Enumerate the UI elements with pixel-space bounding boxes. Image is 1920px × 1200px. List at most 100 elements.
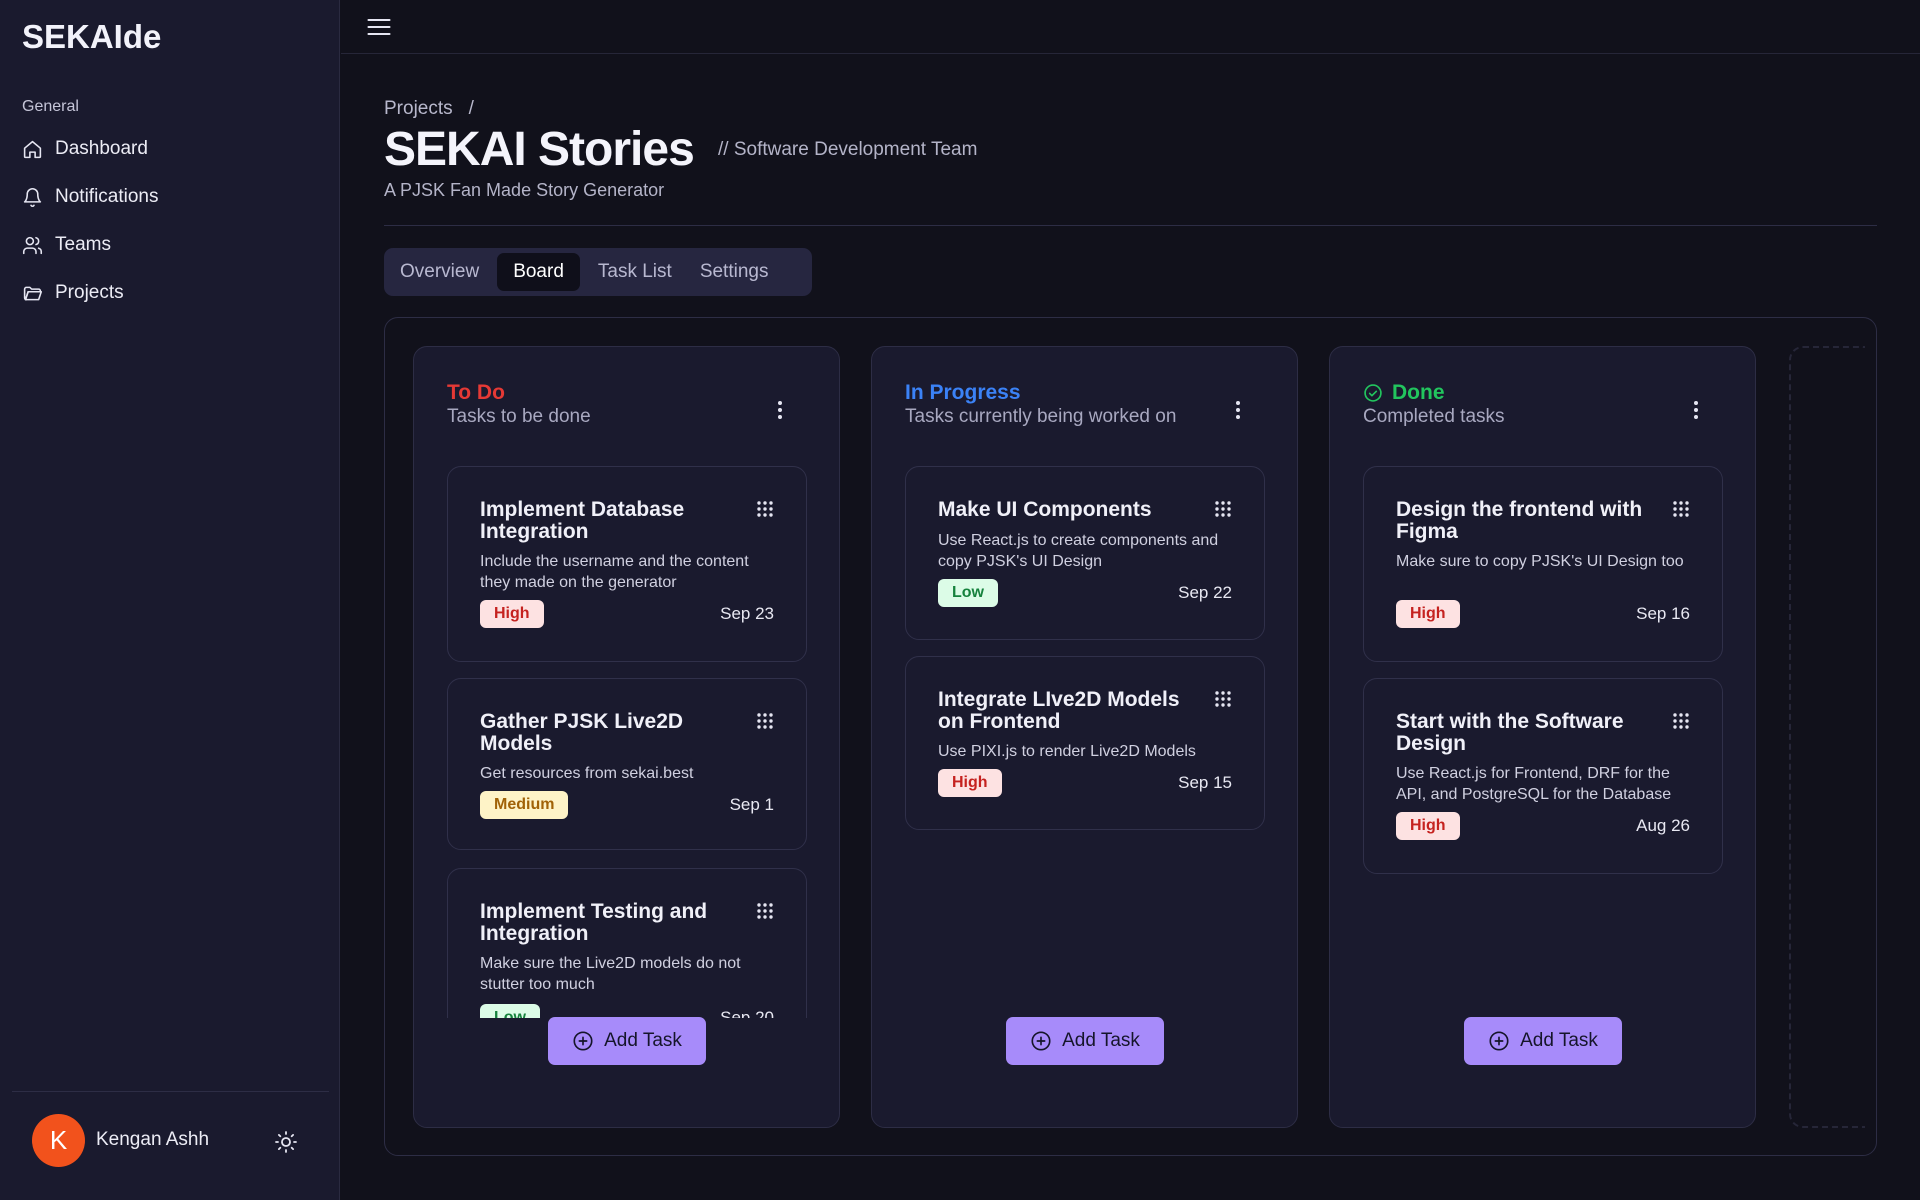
drag-handle-icon[interactable] [1214,500,1232,518]
breadcrumb-separator: / [468,98,474,119]
task-description: Use React.js for Frontend, DRF for the A… [1396,765,1672,803]
task-title: Implement Database Integration [480,498,685,543]
task-card[interactable]: Implement Database Integration Include t… [447,466,807,662]
task-title: Implement Testing and Integration [480,900,708,945]
sidebar-item-label: Teams [55,234,111,255]
user-name[interactable]: Kengan Ashh [96,1129,209,1151]
due-date: Sep 20 [720,1008,774,1018]
nav-group-label: General [22,98,79,115]
drag-handle-icon[interactable] [756,500,774,518]
tab-overview[interactable]: Overview [390,253,489,291]
task-card[interactable]: Make UI Components Use React.js to creat… [905,466,1265,640]
sidebar-item-label: Dashboard [55,138,148,159]
more-vertical-icon[interactable] [1235,399,1241,421]
add-task-button[interactable]: Add Task [548,1017,706,1065]
bell-icon [23,187,42,207]
add-task-label: Add Task [1520,1030,1598,1051]
brand-logo[interactable]: SEKAIde [22,18,161,56]
task-card[interactable]: Design the frontend with Figma Make sure… [1363,466,1723,662]
due-date: Sep 1 [729,795,774,814]
sidebar-item-dashboard[interactable]: Dashboard [22,133,148,165]
task-card[interactable]: Integrate LIve2D Models on Frontend Use … [905,656,1265,830]
priority-badge: High [938,769,1002,797]
folder-icon [23,286,43,300]
card-list: Make UI Components Use React.js to creat… [905,466,1265,1018]
priority-badge: Low [938,579,998,607]
card-list: Design the frontend with Figma Make sure… [1363,466,1723,1018]
add-task-label: Add Task [604,1030,682,1051]
add-task-button[interactable]: Add Task [1006,1017,1164,1065]
card-list: Implement Database Integration Include t… [447,466,807,1018]
column-done: Done Completed tasks Design the frontend… [1329,346,1756,1128]
tab-task-list[interactable]: Task List [588,253,682,291]
plus-circle-icon [1031,1031,1051,1051]
plus-circle-icon [573,1031,593,1051]
home-icon [23,140,42,158]
task-description: Include the username and the content the… [480,553,749,591]
column-subtitle: Tasks to be done [447,406,591,427]
task-description: Make sure the Live2D models do not stutt… [480,955,741,993]
drag-handle-icon[interactable] [1672,712,1690,730]
sidebar-item-notifications[interactable]: Notifications [22,181,159,213]
task-card[interactable]: Gather PJSK Live2D Models Get resources … [447,678,807,850]
team-label: // Software Development Team [718,139,978,160]
tab-bar: Overview Board Task List Settings [384,248,812,296]
priority-badge: Low [480,1004,540,1018]
column-todo: To Do Tasks to be done Implement Databas… [413,346,840,1128]
task-description: Make sure to copy PJSK's UI Design too [1396,553,1684,570]
due-date: Sep 23 [720,604,774,623]
more-vertical-icon[interactable] [777,399,783,421]
due-date: Aug 26 [1636,816,1690,835]
drag-handle-icon[interactable] [756,712,774,730]
avatar[interactable]: K [32,1114,85,1167]
priority-badge: High [1396,600,1460,628]
sidebar-divider [12,1091,329,1092]
sun-icon[interactable] [274,1130,298,1154]
add-column-placeholder[interactable] [1789,346,1865,1128]
page-subtitle: A PJSK Fan Made Story Generator [384,180,665,200]
column-title-text: In Progress [905,381,1021,404]
column-title-text: Done [1392,381,1445,404]
users-icon [22,236,43,254]
column-title-text: To Do [447,381,505,404]
column-subtitle: Completed tasks [1363,406,1505,427]
due-date: Sep 22 [1178,583,1232,602]
task-title: Gather PJSK Live2D Models [480,710,684,755]
sidebar-item-label: Projects [55,282,124,303]
hamburger-menu-icon[interactable] [365,13,393,41]
drag-handle-icon[interactable] [1214,690,1232,708]
more-vertical-icon[interactable] [1693,399,1699,421]
task-description: Use React.js to create components and co… [938,532,1219,570]
priority-badge: High [1396,812,1460,840]
sidebar-item-label: Notifications [55,186,159,207]
add-task-button[interactable]: Add Task [1464,1017,1622,1065]
due-date: Sep 15 [1178,773,1232,792]
check-circle-icon [1364,384,1382,402]
drag-handle-icon[interactable] [756,902,774,920]
topbar [341,0,1920,54]
sidebar-item-teams[interactable]: Teams [22,229,111,261]
tab-board[interactable]: Board [497,253,580,291]
task-title: Design the frontend with Figma [1396,498,1643,543]
kanban-board: To Do Tasks to be done Implement Databas… [384,317,1877,1156]
task-description: Get resources from sekai.best [480,765,694,782]
sidebar-item-projects[interactable]: Projects [22,277,124,309]
task-title: Integrate LIve2D Models on Frontend [938,688,1180,733]
priority-badge: Medium [480,791,569,819]
plus-circle-icon [1489,1031,1509,1051]
header-divider [384,225,1877,226]
add-task-label: Add Task [1062,1030,1140,1051]
drag-handle-icon[interactable] [1672,500,1690,518]
task-card[interactable]: Implement Testing and Integration Make s… [447,868,807,1018]
page-title: SEKAI Stories [384,123,695,176]
priority-badge: High [480,600,544,628]
task-card[interactable]: Start with the Software Design Use React… [1363,678,1723,874]
tab-settings[interactable]: Settings [690,253,779,291]
column-subtitle: Tasks currently being worked on [905,406,1177,427]
task-description: Use PIXI.js to render Live2D Models [938,743,1196,760]
breadcrumb: Projects / [384,98,474,120]
column-title: To Do [447,381,505,405]
column-title: In Progress [905,381,1021,405]
breadcrumb-projects[interactable]: Projects [384,98,453,120]
column-in-progress: In Progress Tasks currently being worked… [871,346,1298,1128]
